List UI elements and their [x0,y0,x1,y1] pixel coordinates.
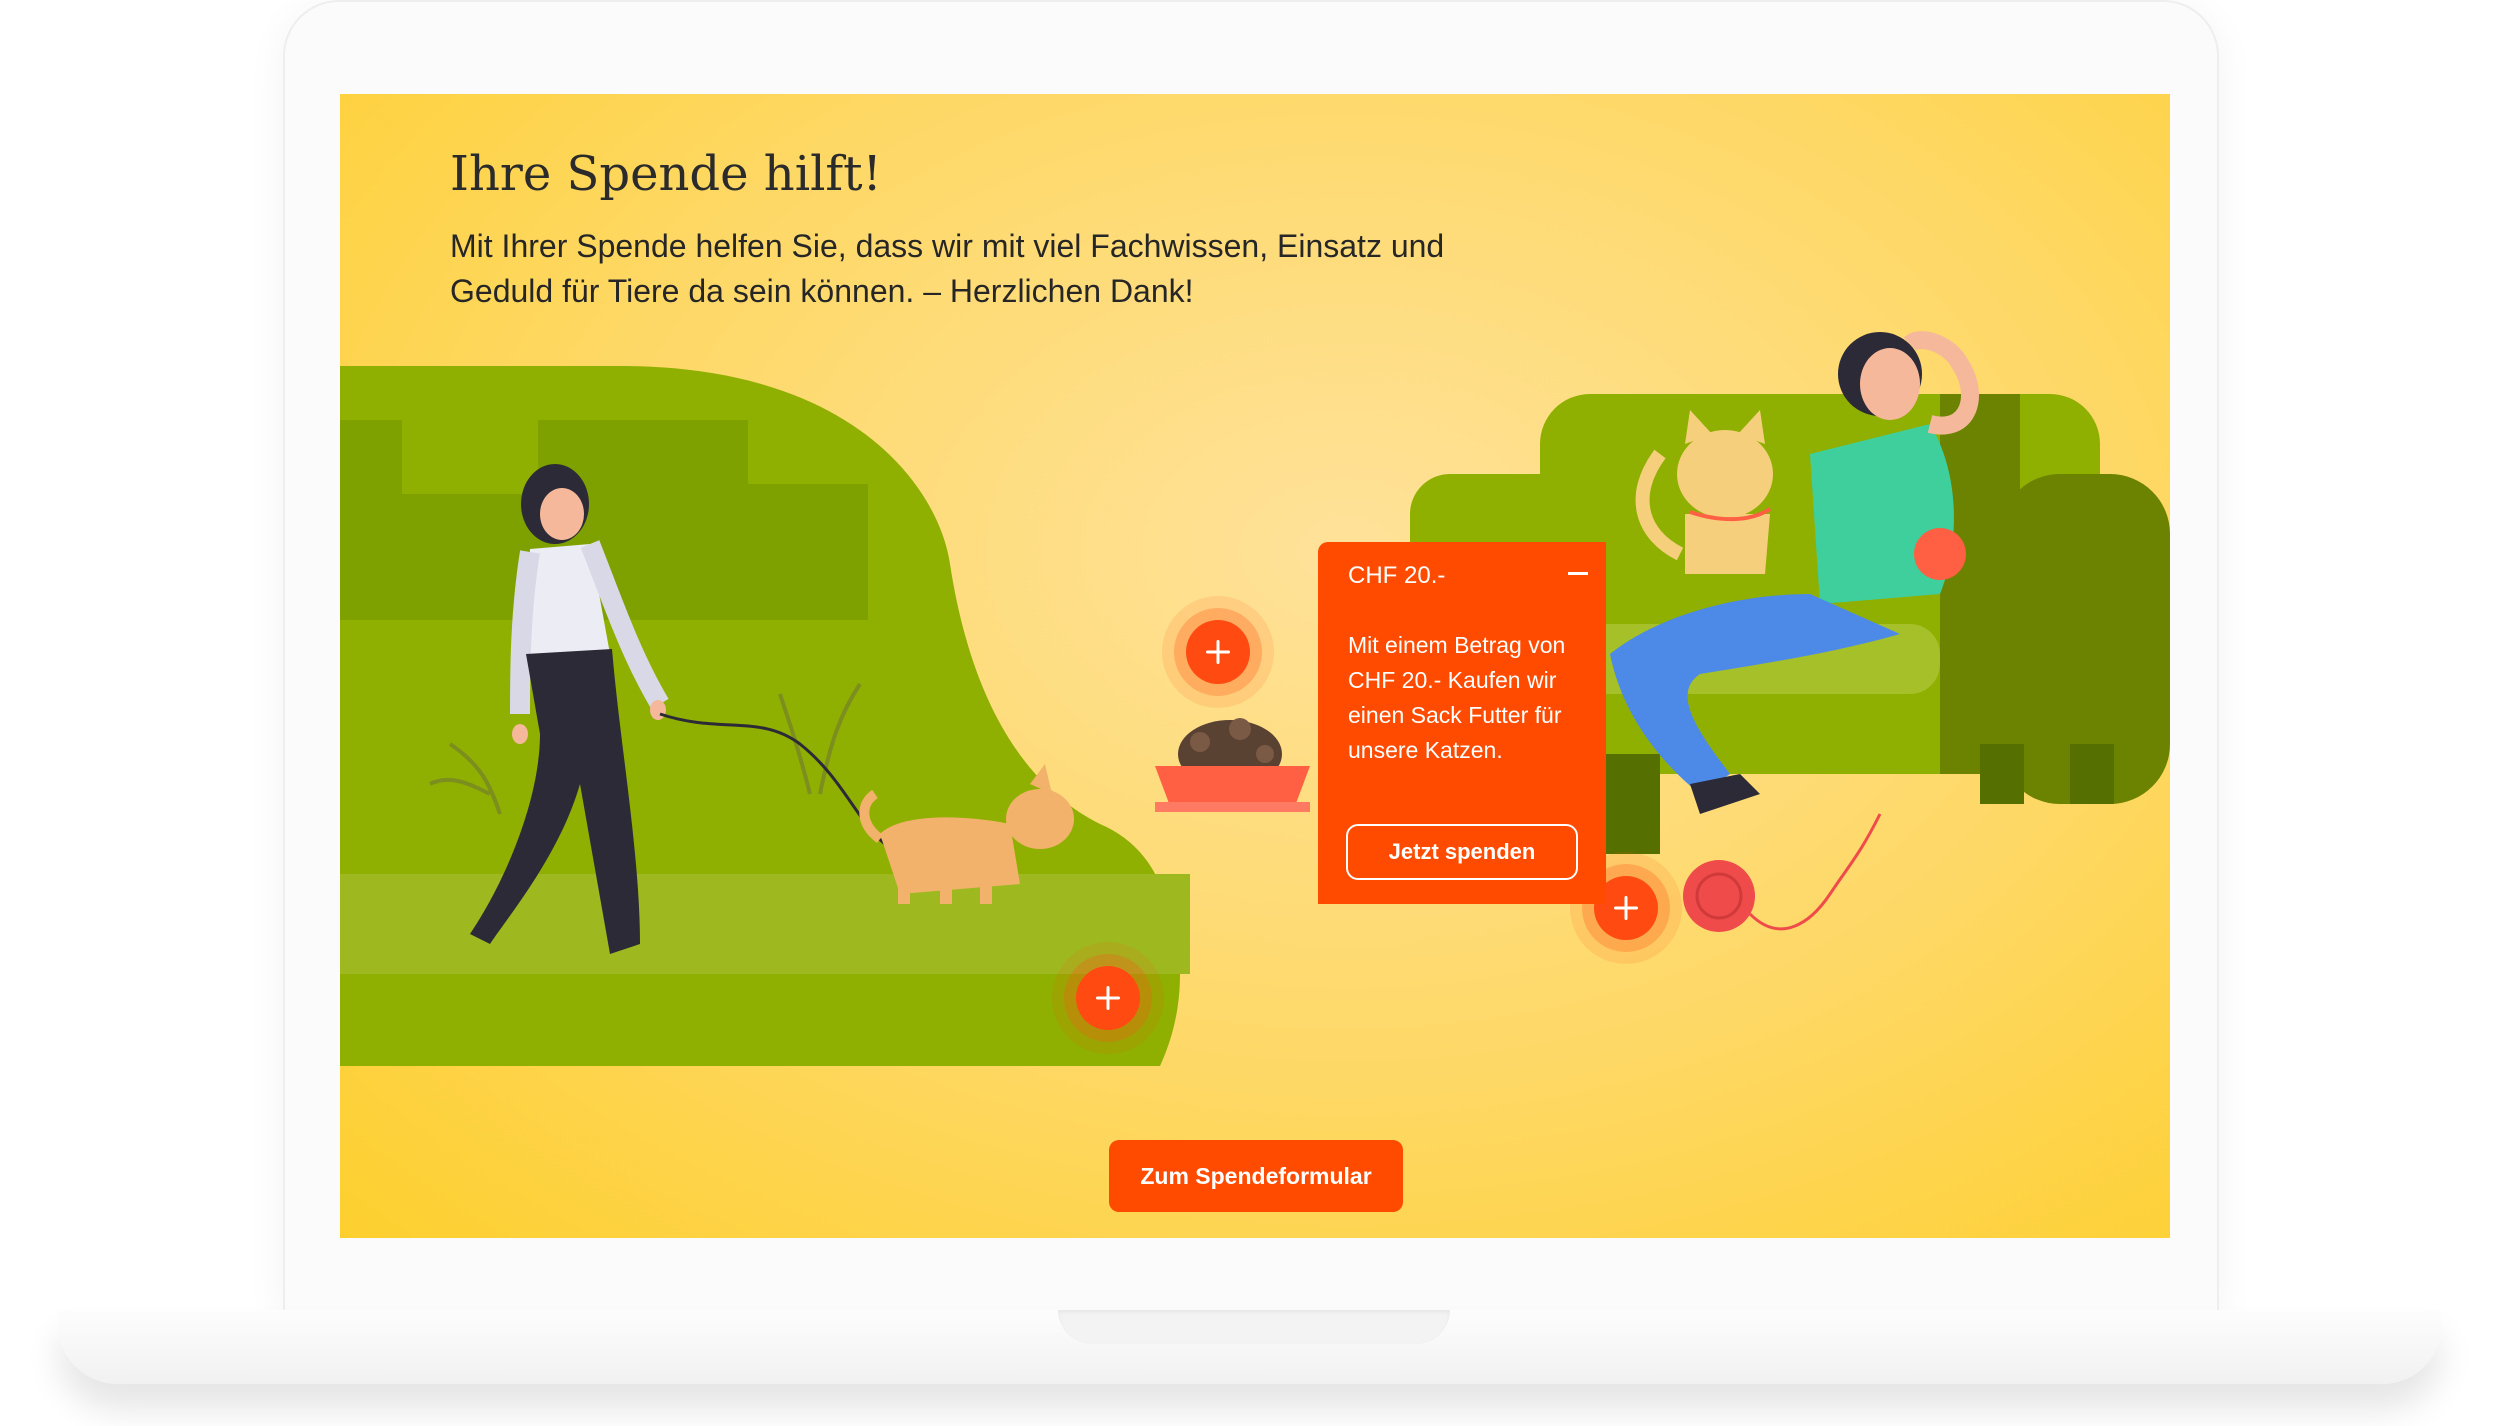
yarn-ball [1683,813,1882,932]
screen: Ihre Spende hilft! Mit Ihrer Spende helf… [340,94,2170,1238]
laptop-notch [1058,1310,1450,1344]
park-scene [340,366,1190,1066]
food-bowl [1155,718,1310,812]
donation-popover: CHF 20.- Mit einem Betrag von CHF 20.- K… [1318,542,1606,904]
donation-form-button[interactable]: Zum Spendeformular [1109,1140,1403,1212]
page-title: Ihre Spende hilft! [450,146,882,202]
hotspot-food-bowl[interactable] [1186,620,1250,684]
minus-icon[interactable] [1560,564,1596,584]
popover-text: Mit einem Betrag von CHF 20.- Kaufen wir… [1348,632,1566,763]
intro-text: Mit Ihrer Spende helfen Sie, dass wir mi… [450,228,1445,309]
popover-title: CHF 20.- [1348,562,1446,589]
donate-now-button[interactable]: Jetzt spenden [1346,824,1578,880]
hotspot-walk[interactable] [1076,966,1140,1030]
